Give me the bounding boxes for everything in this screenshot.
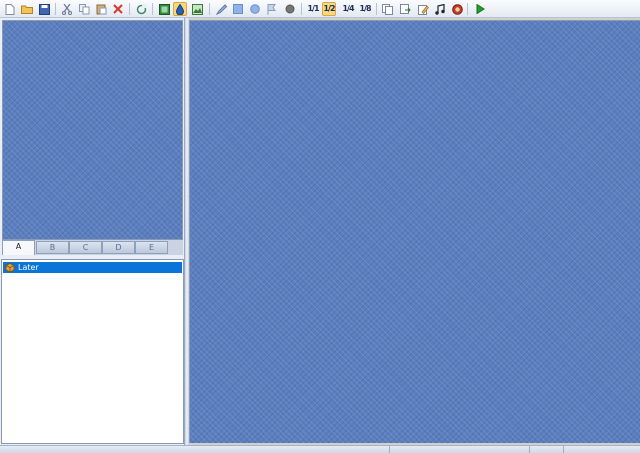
- tab-e[interactable]: E: [135, 241, 168, 254]
- save-icon[interactable]: [37, 2, 51, 16]
- flag-tool-icon[interactable]: [265, 2, 279, 16]
- cut-icon[interactable]: [60, 2, 74, 16]
- toolbar-separator: [467, 3, 468, 15]
- tab-c[interactable]: C: [69, 241, 102, 254]
- image-view-icon[interactable]: [157, 2, 171, 16]
- paint-bucket-icon[interactable]: [173, 2, 187, 16]
- page-copy-icon[interactable]: [380, 2, 394, 16]
- note-one-half[interactable]: 1/2: [322, 2, 336, 16]
- main-toolbar: 1/1 1/2 1/4 1/8: [0, 0, 640, 18]
- picture-icon[interactable]: [190, 2, 204, 16]
- toolbar-separator: [152, 3, 153, 15]
- settings-face-icon[interactable]: [450, 2, 464, 16]
- item-list: Later: [1, 259, 184, 444]
- note-one-quarter[interactable]: 1/4: [341, 2, 355, 16]
- toolbar-separator: [55, 3, 56, 15]
- tab-bar: A B C D E: [2, 240, 183, 255]
- refresh-icon[interactable]: [134, 2, 148, 16]
- tab-d[interactable]: D: [102, 241, 135, 254]
- open-folder-icon[interactable]: [20, 2, 34, 16]
- tab-b[interactable]: B: [36, 241, 69, 254]
- export-icon[interactable]: [398, 2, 412, 16]
- status-divider: [389, 446, 390, 453]
- toolbar-separator: [376, 3, 377, 15]
- square-tool-icon[interactable]: [231, 2, 245, 16]
- toolbar-separator: [129, 3, 130, 15]
- note-one-quarter-label: 1/4: [342, 4, 354, 13]
- status-divider: [563, 446, 564, 453]
- music-note-icon[interactable]: [433, 2, 447, 16]
- circle-tool-icon[interactable]: [248, 2, 262, 16]
- delete-icon[interactable]: [111, 2, 125, 16]
- main-canvas[interactable]: [189, 20, 640, 443]
- dot-tool-icon[interactable]: [283, 2, 297, 16]
- list-item[interactable]: Later: [3, 262, 182, 273]
- note-one-half-label: 1/2: [323, 4, 335, 13]
- package-icon: [5, 263, 15, 273]
- tab-a[interactable]: A: [2, 240, 35, 255]
- play-icon[interactable]: [473, 2, 487, 16]
- pen-icon[interactable]: [214, 2, 228, 16]
- note-one-whole[interactable]: 1/1: [306, 2, 320, 16]
- toolbar-separator: [301, 3, 302, 15]
- toolbar-separator: [209, 3, 210, 15]
- new-file-icon[interactable]: [3, 2, 17, 16]
- copy-icon[interactable]: [77, 2, 91, 16]
- status-divider: [529, 446, 530, 453]
- paste-icon[interactable]: [94, 2, 108, 16]
- list-item-label: Later: [18, 263, 39, 272]
- edit-note-icon[interactable]: [416, 2, 430, 16]
- note-one-whole-label: 1/1: [307, 4, 319, 13]
- preview-panel: [2, 20, 183, 240]
- note-one-eighth[interactable]: 1/8: [358, 2, 372, 16]
- note-one-eighth-label: 1/8: [359, 4, 371, 13]
- status-bar: [0, 445, 640, 453]
